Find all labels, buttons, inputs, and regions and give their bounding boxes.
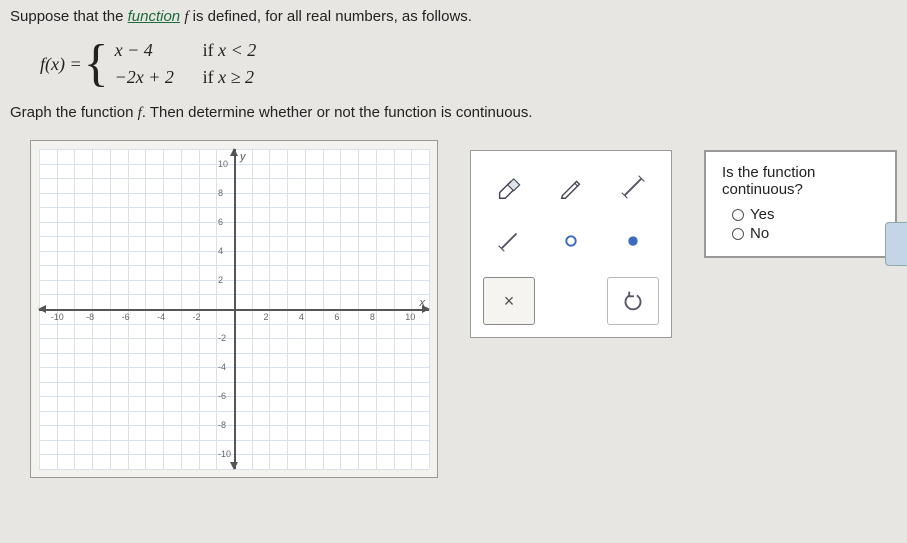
tool-palette: × — [470, 150, 672, 338]
graph-panel[interactable]: -10-8-6-4-2246810108642-2-4-6-8-10yx — [30, 140, 438, 478]
ray-tool[interactable] — [483, 217, 535, 265]
line-tool[interactable] — [607, 163, 659, 211]
radio-yes[interactable]: Yes — [732, 206, 879, 223]
intro-text: Suppose that the function f is defined, … — [10, 8, 897, 26]
piecewise-definition: f(x) = { x − 4 if x < 2 −2x + 2 if x ≥ 2 — [40, 40, 897, 88]
reset-tool[interactable] — [607, 277, 659, 325]
radio-circle-icon — [732, 228, 744, 240]
question-text: Is the function continuous? — [722, 164, 879, 198]
eraser-tool[interactable] — [483, 163, 535, 211]
piece-1: x − 4 if x < 2 — [115, 40, 257, 61]
radio-circle-icon — [732, 209, 744, 221]
side-panel-toggle[interactable] — [885, 222, 907, 266]
question-box: Is the function continuous? Yes No — [704, 150, 897, 258]
piece-2: −2x + 2 if x ≥ 2 — [115, 67, 257, 88]
instruction-2: Graph the function f. Then determine whe… — [10, 104, 897, 122]
open-point-tool[interactable] — [545, 217, 597, 265]
pencil-tool[interactable] — [545, 163, 597, 211]
clear-tool[interactable]: × — [483, 277, 535, 325]
closed-point-tool[interactable] — [607, 217, 659, 265]
radio-no[interactable]: No — [732, 225, 879, 242]
function-link[interactable]: function — [128, 8, 181, 25]
